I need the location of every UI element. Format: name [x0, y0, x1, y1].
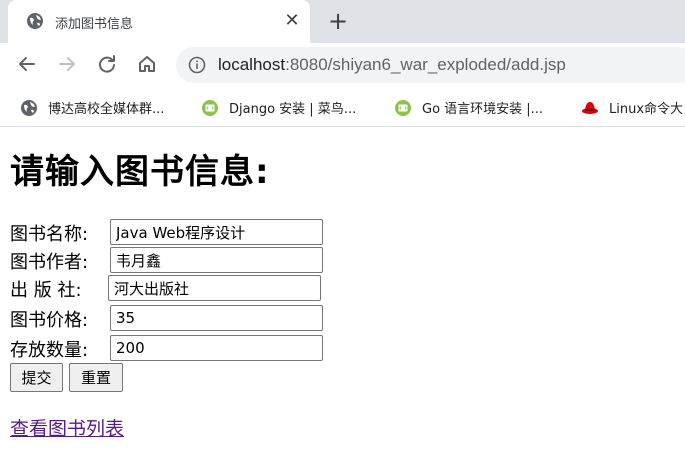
submit-button[interactable]: 提交 — [10, 363, 63, 392]
page-content: 请输入图书信息: 图书名称: 图书作者: 出 版 社: 图书价格: 存放数量: … — [0, 128, 685, 460]
quantity-input[interactable] — [110, 335, 323, 361]
author-label: 图书作者: — [10, 252, 89, 273]
bookmark-label: 博达高校全媒体群... — [48, 102, 165, 117]
back-arrow-icon[interactable] — [16, 53, 38, 75]
tab-strip: 添加图书信息 ✕ + — [0, 0, 685, 43]
author-input[interactable] — [110, 247, 323, 273]
runoob-icon — [395, 100, 411, 116]
home-icon[interactable] — [136, 53, 158, 75]
redhat-icon — [582, 102, 598, 114]
site-info-icon[interactable] — [188, 56, 206, 74]
price-label: 图书价格: — [10, 310, 89, 331]
bookmark-label: Django 安装 | 菜鸟... — [229, 102, 357, 117]
close-tab-icon[interactable]: ✕ — [282, 11, 302, 31]
bookmark-label: Go 语言环境安装 |... — [422, 102, 544, 117]
browser-toolbar: localhost:8080/shiyan6_war_exploded/add.… — [0, 43, 685, 90]
bookmarks-bar: 博达高校全媒体群... Django 安装 | 菜鸟... Go 语言环境安装 … — [0, 90, 685, 127]
url-text[interactable]: localhost:8080/shiyan6_war_exploded/add.… — [218, 55, 566, 75]
url-path: :8080/shiyan6_war_exploded/add.jsp — [285, 55, 566, 74]
bookmark-label: Linux命令大 — [609, 102, 684, 117]
globe-icon — [21, 100, 37, 116]
tab-title: 添加图书信息 — [55, 17, 134, 32]
price-input[interactable] — [110, 305, 323, 331]
publisher-input[interactable] — [108, 275, 321, 301]
view-book-list-link[interactable]: 查看图书列表 — [10, 414, 124, 441]
address-bar[interactable]: localhost:8080/shiyan6_war_exploded/add.… — [176, 47, 685, 83]
page-heading: 请输入图书信息: — [10, 152, 270, 192]
url-host: localhost — [218, 55, 286, 74]
forward-arrow-icon[interactable] — [56, 53, 78, 75]
reload-icon[interactable] — [96, 53, 118, 75]
book-name-label: 图书名称: — [10, 224, 89, 245]
quantity-label: 存放数量: — [10, 340, 89, 361]
globe-icon — [27, 13, 43, 29]
publisher-label: 出 版 社: — [10, 280, 82, 301]
runoob-icon — [202, 100, 218, 116]
browser-tab-active[interactable]: 添加图书信息 ✕ — [8, 0, 310, 43]
book-name-input[interactable] — [110, 219, 323, 245]
reset-button[interactable]: 重置 — [69, 363, 123, 392]
new-tab-button[interactable]: + — [326, 9, 350, 34]
